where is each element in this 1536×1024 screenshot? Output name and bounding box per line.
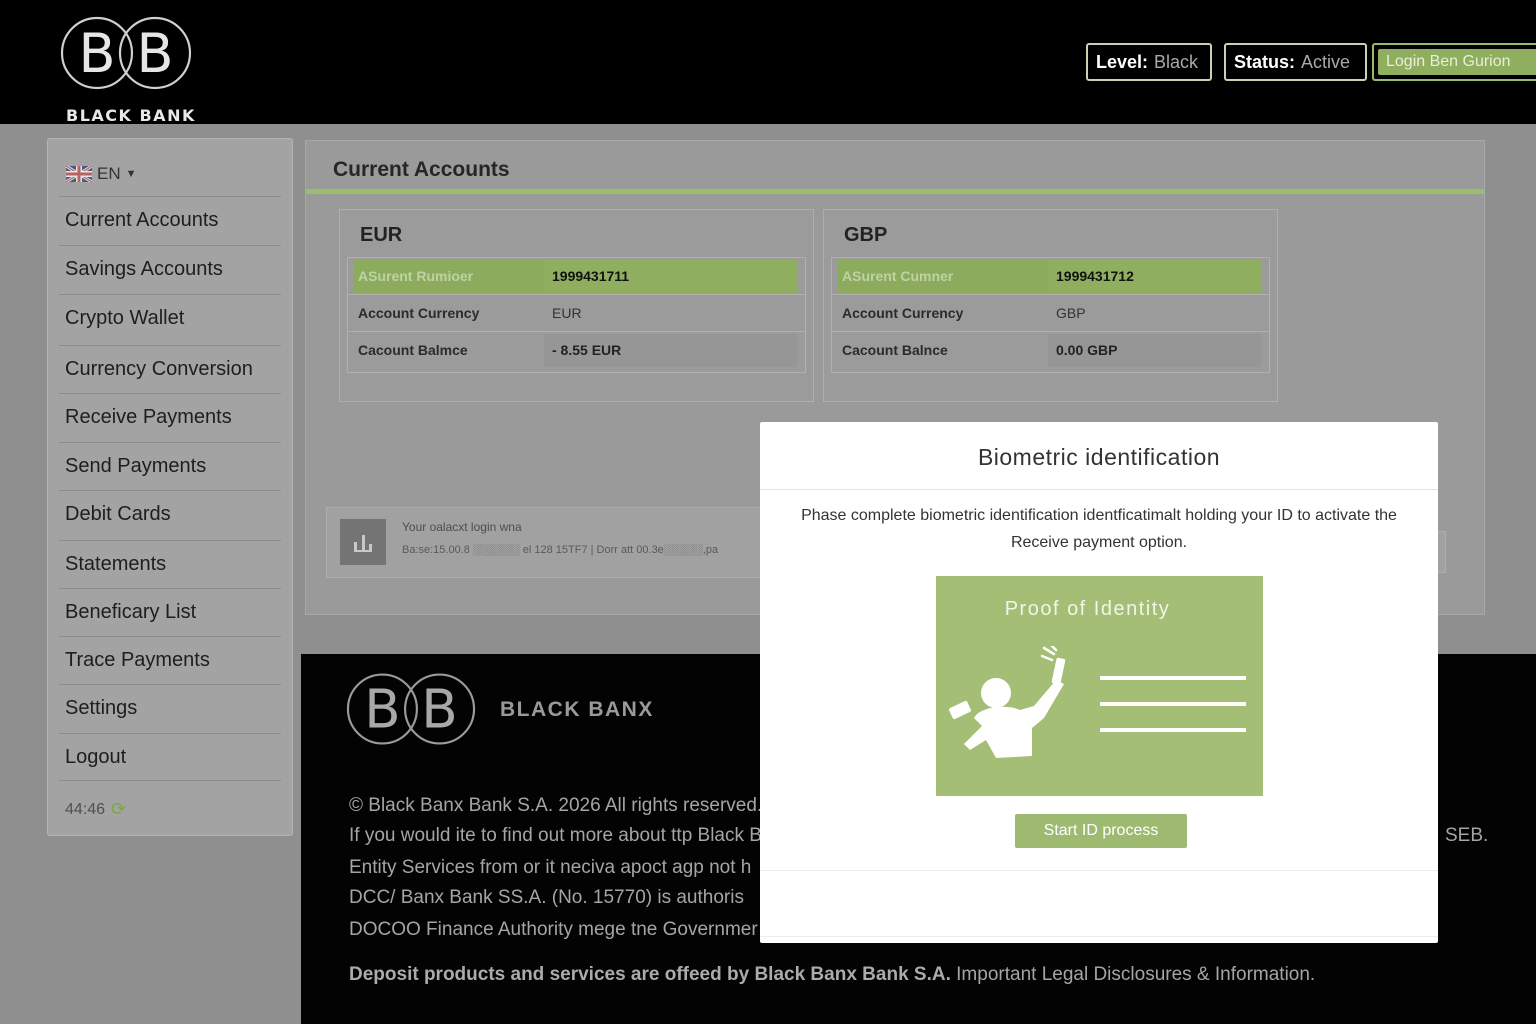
level-value: Black	[1154, 51, 1199, 72]
start-id-process-button[interactable]: Start ID process	[1015, 814, 1187, 848]
proof-of-identity-card: Proof of Identity	[936, 576, 1263, 796]
modal-divider	[760, 936, 1438, 937]
logo-text: BLACK BANK	[66, 106, 196, 125]
row-value: GBP	[1056, 305, 1086, 321]
login-user-label: Login Ben Gurion	[1378, 49, 1536, 75]
sidebar-item-crypto-wallet[interactable]: Crypto Wallet	[59, 294, 281, 342]
row-label: Account Currency	[842, 305, 964, 321]
table-row: Account Currency EUR	[348, 295, 805, 332]
account-currency-title: EUR	[360, 224, 403, 246]
refresh-icon[interactable]: ⟳	[111, 799, 126, 820]
logo-rings-icon: B B	[60, 16, 192, 90]
footer-line: DOCOO Finance Authority mege tne Governm…	[349, 919, 758, 940]
level-badge: Level: Black	[1086, 43, 1212, 81]
session-timer: 44:46 ⟳	[65, 799, 126, 820]
sidebar-item-logout[interactable]: Logout	[59, 733, 281, 781]
biometric-modal: Biometric identification Phase complete …	[760, 422, 1438, 943]
disclosure-bold: Deposit products and services are offeed…	[349, 964, 951, 985]
account-card-gbp: GBP ASurent Cumner 1999431712 Account Cu…	[823, 209, 1278, 402]
status-value: Active	[1301, 51, 1351, 72]
footer-logo-letter-right: B	[421, 679, 457, 741]
last-login-detail: Ba:se:15.00.8 ░░░░░░ el 128 15TF7 | Dorr…	[402, 544, 719, 556]
footer-line: If you would ite to find out more about …	[349, 825, 773, 846]
sidebar-item-current-accounts[interactable]: Current Accounts	[59, 196, 281, 244]
table-row: Account Currency GBP	[832, 295, 1269, 332]
sidebar-item-trace-payments[interactable]: Trace Payments	[59, 636, 281, 684]
last-login-notice: Your oalacxt login wna Ba:se:15.00.8 ░░░…	[326, 507, 786, 578]
status-label: Status:	[1234, 51, 1296, 72]
row-value: 1999431711	[544, 260, 797, 293]
caret-down-icon: ▼	[125, 168, 137, 180]
row-value: - 8.55 EUR	[544, 334, 797, 367]
sidebar-item-statements[interactable]: Statements	[59, 540, 281, 588]
proof-of-identity-title: Proof of Identity	[1004, 598, 1171, 620]
session-timer-value: 44:46	[65, 800, 106, 818]
last-login-title: Your oalacxt login wna	[402, 520, 522, 534]
title-underline	[306, 189, 1484, 194]
disclosure-link[interactable]: Important Legal Disclosures & Informatio…	[951, 964, 1315, 985]
account-card-eur: EUR ASurent Rumioer 1999431711 Account C…	[339, 209, 814, 402]
table-row: Cacount Balnce 0.00 GBP	[832, 332, 1269, 369]
account-table: ASurent Rumioer 1999431711 Account Curre…	[347, 257, 806, 373]
table-row: Cacount Balmce - 8.55 EUR	[348, 332, 805, 369]
footer-logo-letter-left: B	[364, 679, 400, 741]
footer-fragment: SEB.	[1445, 825, 1489, 846]
row-value: 1999431712	[1048, 260, 1261, 293]
modal-message: Phase complete biometric identification …	[801, 507, 1397, 551]
login-user-dropdown[interactable]: Login Ben Gurion	[1372, 43, 1536, 81]
row-label: ASurent Cumner	[838, 260, 1048, 293]
sidebar-item-settings[interactable]: Settings	[59, 684, 281, 732]
level-label: Level:	[1096, 51, 1149, 72]
account-currency-title: GBP	[844, 224, 888, 246]
sidebar-item-savings-accounts[interactable]: Savings Accounts	[59, 245, 281, 293]
sidebar: EN ▼ Current Accounts Savings Accounts C…	[47, 138, 293, 836]
footer-line: DCC/ Banx Bank SS.A. (No. 15770) is auth…	[349, 887, 744, 908]
footer-brand: BLACK BANX	[500, 698, 654, 721]
uk-flag-icon	[66, 166, 92, 182]
logo-letter-right: B	[136, 22, 173, 85]
row-label: Cacount Balmce	[358, 342, 468, 358]
footer-logo-icon[interactable]: B B	[346, 672, 476, 746]
row-label: Account Currency	[358, 305, 480, 321]
top-header: B B BLACK BANK Level: Black Status: Acti…	[0, 0, 1536, 124]
chart-icon	[340, 519, 386, 565]
modal-divider	[760, 489, 1438, 490]
status-badge: Status: Active	[1224, 43, 1367, 81]
selfie-with-id-icon	[949, 646, 1246, 758]
footer-disclosure: Deposit products and services are offeed…	[349, 964, 1315, 986]
sidebar-item-debit-cards[interactable]: Debit Cards	[59, 490, 281, 538]
modal-title: Biometric identification	[977, 444, 1221, 470]
account-table: ASurent Cumner 1999431712 Account Curren…	[831, 257, 1270, 373]
sidebar-item-beneficiary-list[interactable]: Beneficary List	[59, 588, 281, 636]
table-row: ASurent Rumioer 1999431711	[348, 258, 805, 295]
sidebar-item-currency-conversion[interactable]: Currency Conversion	[59, 345, 281, 393]
page-title: Current Accounts	[333, 158, 510, 181]
black-bank-logo[interactable]: B B BLACK BANK	[60, 16, 200, 124]
row-value: 0.00 GBP	[1048, 334, 1261, 367]
row-label: ASurent Rumioer	[354, 260, 544, 293]
logo-letter-left: B	[78, 22, 115, 85]
modal-divider	[760, 870, 1438, 871]
language-code: EN	[97, 164, 121, 183]
footer-copyright: © Black Banx Bank S.A. 2026 All rights r…	[349, 795, 763, 816]
table-row: ASurent Cumner 1999431712	[832, 258, 1269, 295]
footer-line: Entity Services from or it neciva apoct …	[349, 857, 752, 878]
row-value: EUR	[552, 305, 582, 321]
sidebar-item-receive-payments[interactable]: Receive Payments	[59, 393, 281, 441]
language-selector[interactable]: EN ▼	[66, 164, 137, 184]
sidebar-item-send-payments[interactable]: Send Payments	[59, 442, 281, 490]
row-label: Cacount Balnce	[842, 342, 948, 358]
